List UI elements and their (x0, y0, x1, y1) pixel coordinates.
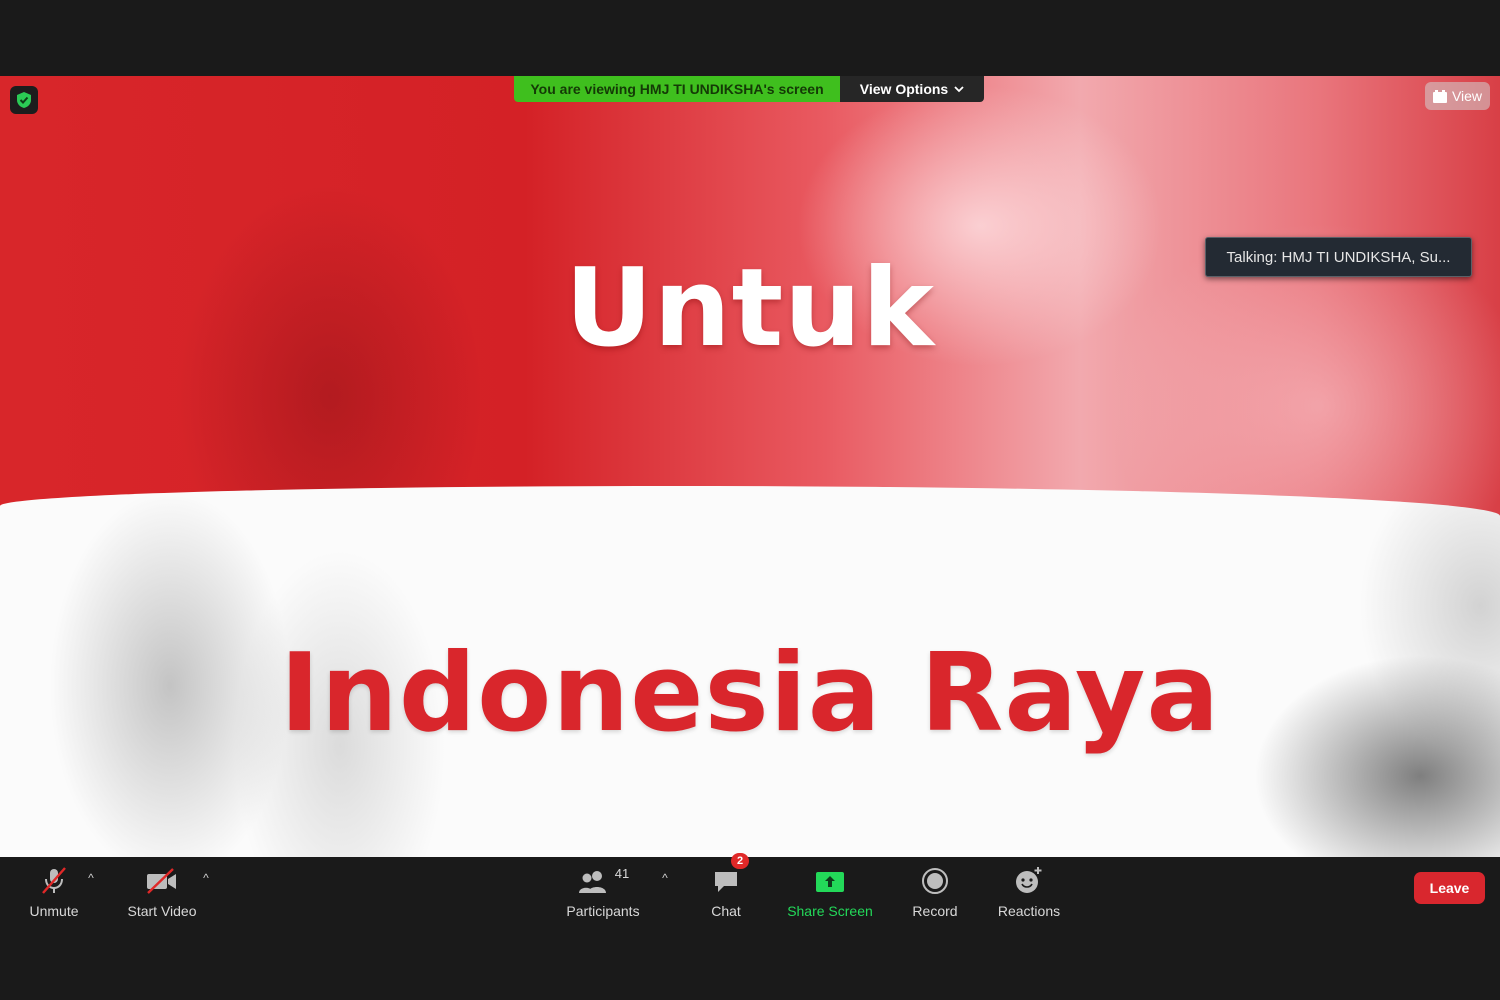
shared-text-line2: Indonesia Raya (279, 631, 1221, 756)
chat-button[interactable]: 2 Chat (703, 853, 749, 927)
security-badge[interactable] (10, 86, 38, 114)
talking-indicator: Talking: HMJ TI UNDIKSHA, Su... (1205, 237, 1472, 277)
viewing-label: You are viewing HMJ TI UNDIKSHA's screen (514, 76, 840, 102)
start-video-button[interactable]: Start Video (122, 857, 202, 927)
leave-button[interactable]: Leave (1414, 872, 1485, 904)
reactions-icon (1016, 867, 1042, 893)
record-label: Record (912, 903, 958, 919)
video-options-caret[interactable]: ^ (199, 871, 213, 885)
reactions-button[interactable]: Reactions (994, 857, 1064, 927)
meeting-toolbar: Unmute ^ Start Video ^ 41 Participants ^ (0, 853, 1500, 1000)
participants-button[interactable]: 41 Participants (560, 857, 646, 927)
audio-options-caret[interactable]: ^ (84, 871, 98, 885)
grid-view-icon (1432, 89, 1447, 103)
view-label: View (1451, 88, 1483, 104)
view-options-label: View Options (859, 81, 949, 97)
unmute-label: Unmute (29, 903, 79, 919)
record-button[interactable]: Record (906, 857, 964, 927)
participants-icon (578, 871, 606, 893)
unmute-button[interactable]: Unmute (22, 857, 86, 927)
view-options-button[interactable]: View Options (840, 76, 984, 102)
chevron-down-icon (954, 86, 964, 93)
start-video-label: Start Video (127, 903, 197, 919)
view-button[interactable]: View (1425, 82, 1490, 110)
record-icon (922, 868, 948, 894)
participants-label: Participants (566, 903, 640, 919)
video-off-icon (147, 868, 176, 894)
mic-muted-icon (42, 867, 66, 894)
chat-label: Chat (711, 903, 741, 919)
participants-options-caret[interactable]: ^ (658, 871, 672, 885)
shield-check-icon (17, 92, 31, 108)
share-screen-button[interactable]: Share Screen (784, 857, 876, 927)
viewing-banner: You are viewing HMJ TI UNDIKSHA's screen… (514, 76, 984, 102)
chat-badge: 2 (731, 853, 749, 869)
share-screen-icon (816, 872, 844, 892)
participants-count: 41 (614, 866, 630, 881)
share-screen-label: Share Screen (787, 903, 873, 919)
chat-icon (715, 872, 737, 892)
reactions-label: Reactions (997, 903, 1061, 919)
shared-screen: Untuk Indonesia Raya (0, 76, 1500, 857)
top-bar (0, 0, 1500, 76)
